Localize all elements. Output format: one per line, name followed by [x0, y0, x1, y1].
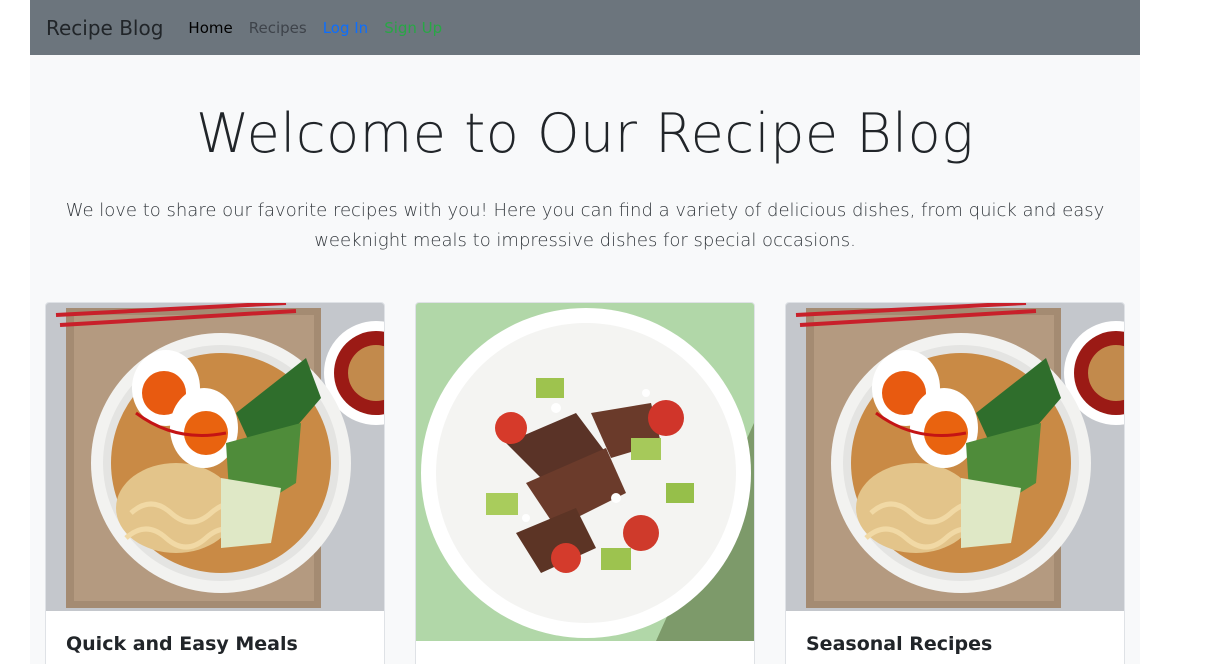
- hero-title: Welcome to Our Recipe Blog: [195, 102, 975, 165]
- brand-link[interactable]: Recipe Blog: [46, 16, 163, 40]
- ramen-bowl-image: [46, 303, 384, 611]
- ramen-bowl-image: [786, 303, 1124, 611]
- nav-link-recipes[interactable]: Recipes: [249, 19, 307, 37]
- page: Recipe Blog Home Recipes Log In Sign Up …: [30, 0, 1140, 664]
- recipe-card-seasonal[interactable]: Seasonal Recipes: [785, 302, 1125, 664]
- nav-link-login[interactable]: Log In: [323, 19, 369, 37]
- recipe-card-steak-salad[interactable]: [415, 302, 755, 664]
- navbar: Recipe Blog Home Recipes Log In Sign Up: [30, 0, 1140, 55]
- nav-link-home[interactable]: Home: [188, 19, 232, 37]
- card-title: Seasonal Recipes: [806, 633, 993, 655]
- nav-link-signup[interactable]: Sign Up: [384, 19, 442, 37]
- recipe-card-quick-easy[interactable]: Quick and Easy Meals: [45, 302, 385, 664]
- card-title: Quick and Easy Meals: [66, 633, 298, 655]
- steak-salad-image: [416, 303, 754, 641]
- hero-text: We love to share our favorite recipes wi…: [65, 200, 1105, 251]
